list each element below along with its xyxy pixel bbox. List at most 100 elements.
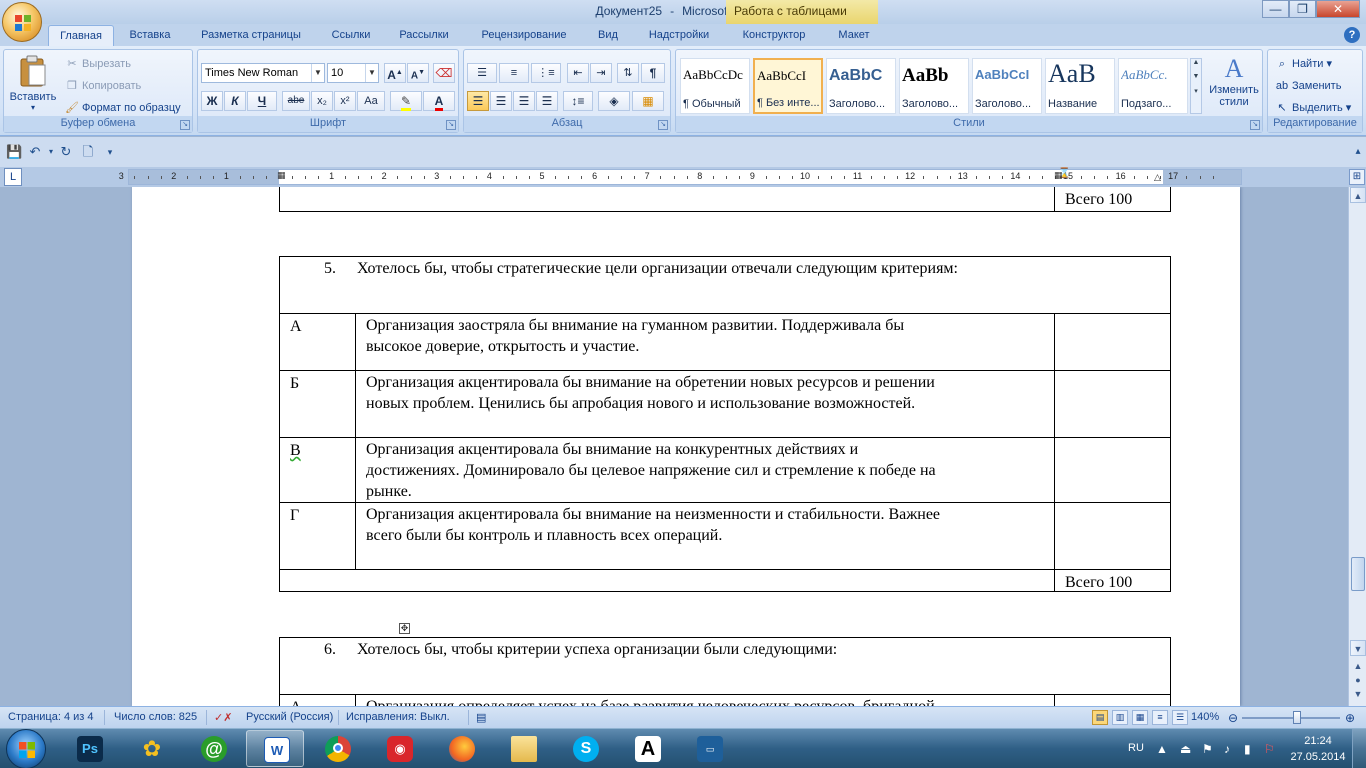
underline-button[interactable]: Ч	[247, 91, 277, 111]
signal-icon[interactable]: ▮	[1244, 742, 1251, 756]
replace-button[interactable]: ab Заменить	[1274, 76, 1342, 96]
copy-button[interactable]: ❐ Копировать	[64, 76, 141, 96]
font-name-combo[interactable]: Times New Roman ▼	[201, 63, 325, 83]
styles-gallery-scroll[interactable]: ▲ ▼ ▾	[1190, 58, 1202, 114]
taskbar-firefox[interactable]	[432, 730, 490, 767]
action-center-icon[interactable]: ⚐	[1264, 742, 1275, 756]
taskbar-explorer[interactable]	[494, 730, 552, 767]
increase-indent-button[interactable]: ⇥	[590, 63, 612, 83]
tab-insert[interactable]: Вставка	[118, 25, 182, 46]
style-heading-1[interactable]: AaBbC Заголово...	[826, 58, 896, 114]
ribbon-collapse-icon[interactable]: ▴	[1350, 144, 1366, 160]
font-size-combo[interactable]: 10 ▼	[327, 63, 379, 83]
taskbar-screen-recorder[interactable]: ◉	[370, 730, 428, 767]
chevron-down-icon[interactable]: ▼	[311, 64, 324, 82]
style-no-spacing[interactable]: AaBbCcI ¶ Без инте...	[753, 58, 823, 114]
shading-button[interactable]: ◈	[598, 91, 630, 111]
borders-button[interactable]: ▦	[632, 91, 664, 111]
table-row-text-cell[interactable]: Организация акцентировала бы внимание на…	[355, 502, 1055, 570]
show-hidden-icons-icon[interactable]: ▲	[1156, 742, 1168, 756]
tab-review[interactable]: Рецензирование	[466, 25, 582, 46]
tab-home[interactable]: Главная	[48, 25, 114, 46]
table-row-score-cell[interactable]	[1054, 437, 1171, 503]
web-layout-view-icon[interactable]: ▦	[1132, 710, 1148, 725]
full-screen-view-icon[interactable]: ▥	[1112, 710, 1128, 725]
style-normal[interactable]: AaBbCcDc ¶ Обычный	[680, 58, 750, 114]
language-indicator[interactable]: Русский (Россия)	[246, 711, 333, 723]
tab-layout[interactable]: Макет	[826, 25, 882, 46]
sort-button[interactable]: ⇅	[617, 63, 639, 83]
table-row-text-cell[interactable]: Организация акцентировала бы внимание на…	[355, 370, 1055, 438]
vertical-scrollbar[interactable]: ▲ ▼ ▲ ● ▼	[1348, 187, 1366, 706]
change-styles-button[interactable]: A Изменить стили	[1206, 54, 1262, 116]
table-row-text-cell[interactable]: Организация акцентировала бы внимание на…	[355, 437, 1055, 503]
print-layout-view-icon[interactable]: ▤	[1092, 710, 1108, 725]
table-cell[interactable]	[279, 569, 1055, 592]
table-cell-total[interactable]: Всего 100	[1054, 569, 1171, 592]
align-left-button[interactable]: ☰	[467, 91, 489, 111]
scrollbar-thumb[interactable]	[1351, 557, 1365, 591]
table-row-text-cell[interactable]: Организация заостряла бы внимание на гум…	[355, 313, 1055, 371]
find-button[interactable]: ⌕ Найти ▾	[1274, 54, 1332, 74]
table-row-letter-cell[interactable]: Б	[279, 370, 356, 438]
style-heading-3[interactable]: AaBbCcI Заголово...	[972, 58, 1042, 114]
table-row-score-cell[interactable]	[1054, 370, 1171, 438]
document-page[interactable]: Всего 100 5. Хотелось бы, чтобы стратеги…	[132, 187, 1240, 706]
network-icon[interactable]: ⚑	[1202, 742, 1213, 756]
highlight-button[interactable]: ✎	[390, 91, 422, 111]
macro-record-icon[interactable]: ▤	[476, 711, 486, 724]
taskbar-txt-ru[interactable]: ▭	[680, 730, 738, 767]
styles-launcher-icon[interactable]: ↘	[1250, 120, 1260, 130]
align-center-button[interactable]: ☰	[490, 91, 512, 111]
table-row-letter-cell[interactable]: В	[279, 437, 356, 503]
tab-design[interactable]: Конструктор	[730, 25, 818, 46]
font-color-button[interactable]: A	[423, 91, 455, 111]
superscript-button[interactable]: x²	[334, 91, 356, 111]
select-browse-object-icon[interactable]: ●	[1352, 674, 1364, 686]
table-row-letter-cell[interactable]: А	[279, 313, 356, 371]
subscript-button[interactable]: x₂	[311, 91, 333, 111]
save-icon[interactable]: 💾	[6, 144, 22, 160]
taskbar-reader[interactable]: A	[618, 730, 676, 767]
word-count[interactable]: Число слов: 825	[114, 711, 197, 723]
paste-button[interactable]: Вставить ▾	[8, 52, 58, 116]
horizontal-ruler[interactable]: 3 2 1 1 2 3 4 5 6 7 8 9 10 11 12 13 14 15 16 17 ⌛ ▦ ▦ △	[119, 168, 1242, 185]
outline-view-icon[interactable]: ≡	[1152, 710, 1168, 725]
zoom-slider-track[interactable]	[1242, 717, 1340, 719]
zoom-in-icon[interactable]: ⊕	[1345, 711, 1355, 725]
clock-time[interactable]: 21:24	[1298, 735, 1338, 747]
scroll-down-icon[interactable]: ▼	[1350, 640, 1366, 656]
strikethrough-button[interactable]: abe	[282, 91, 310, 111]
start-button[interactable]	[6, 729, 46, 768]
undo-icon[interactable]: ↶	[27, 144, 43, 160]
page-indicator[interactable]: Страница: 4 из 4	[8, 711, 94, 723]
new-document-icon[interactable]: 🗋	[80, 144, 96, 160]
show-desktop-button[interactable]	[1352, 729, 1366, 768]
tab-selector[interactable]: L	[4, 168, 22, 186]
multilevel-list-button[interactable]: ⋮≡	[531, 63, 561, 83]
table-move-handle-icon[interactable]: ✥	[399, 623, 410, 634]
taskbar-skype[interactable]: S	[556, 730, 614, 767]
minimize-button[interactable]: —	[1262, 0, 1289, 18]
bullets-button[interactable]: ☰	[467, 63, 497, 83]
change-case-button[interactable]: Aa	[357, 91, 385, 111]
taskbar-icq[interactable]: ✿	[122, 730, 180, 767]
help-icon[interactable]: ?	[1344, 27, 1360, 43]
show-marks-button[interactable]: ¶	[641, 63, 665, 83]
table-row-score-cell[interactable]	[1054, 502, 1171, 570]
scroll-up-icon[interactable]: ▲	[1350, 187, 1366, 203]
table-row-letter-cell[interactable]: А	[279, 694, 356, 706]
cut-button[interactable]: ✂ Вырезать	[64, 54, 131, 74]
close-button[interactable]: ✕	[1316, 0, 1360, 18]
column-marker-icon[interactable]: ▦	[1054, 170, 1063, 181]
tab-references[interactable]: Ссылки	[320, 25, 382, 46]
bold-button[interactable]: Ж	[201, 91, 223, 111]
office-button[interactable]	[2, 2, 42, 42]
table-row-score-cell[interactable]	[1054, 694, 1171, 706]
zoom-slider-thumb[interactable]	[1293, 711, 1301, 724]
table-cell[interactable]	[279, 187, 1055, 212]
track-changes-indicator[interactable]: Исправления: Выкл.	[346, 711, 450, 723]
font-launcher-icon[interactable]: ↘	[446, 120, 456, 130]
previous-page-icon[interactable]: ▲	[1352, 660, 1364, 672]
tab-addins[interactable]: Надстройки	[636, 25, 722, 46]
